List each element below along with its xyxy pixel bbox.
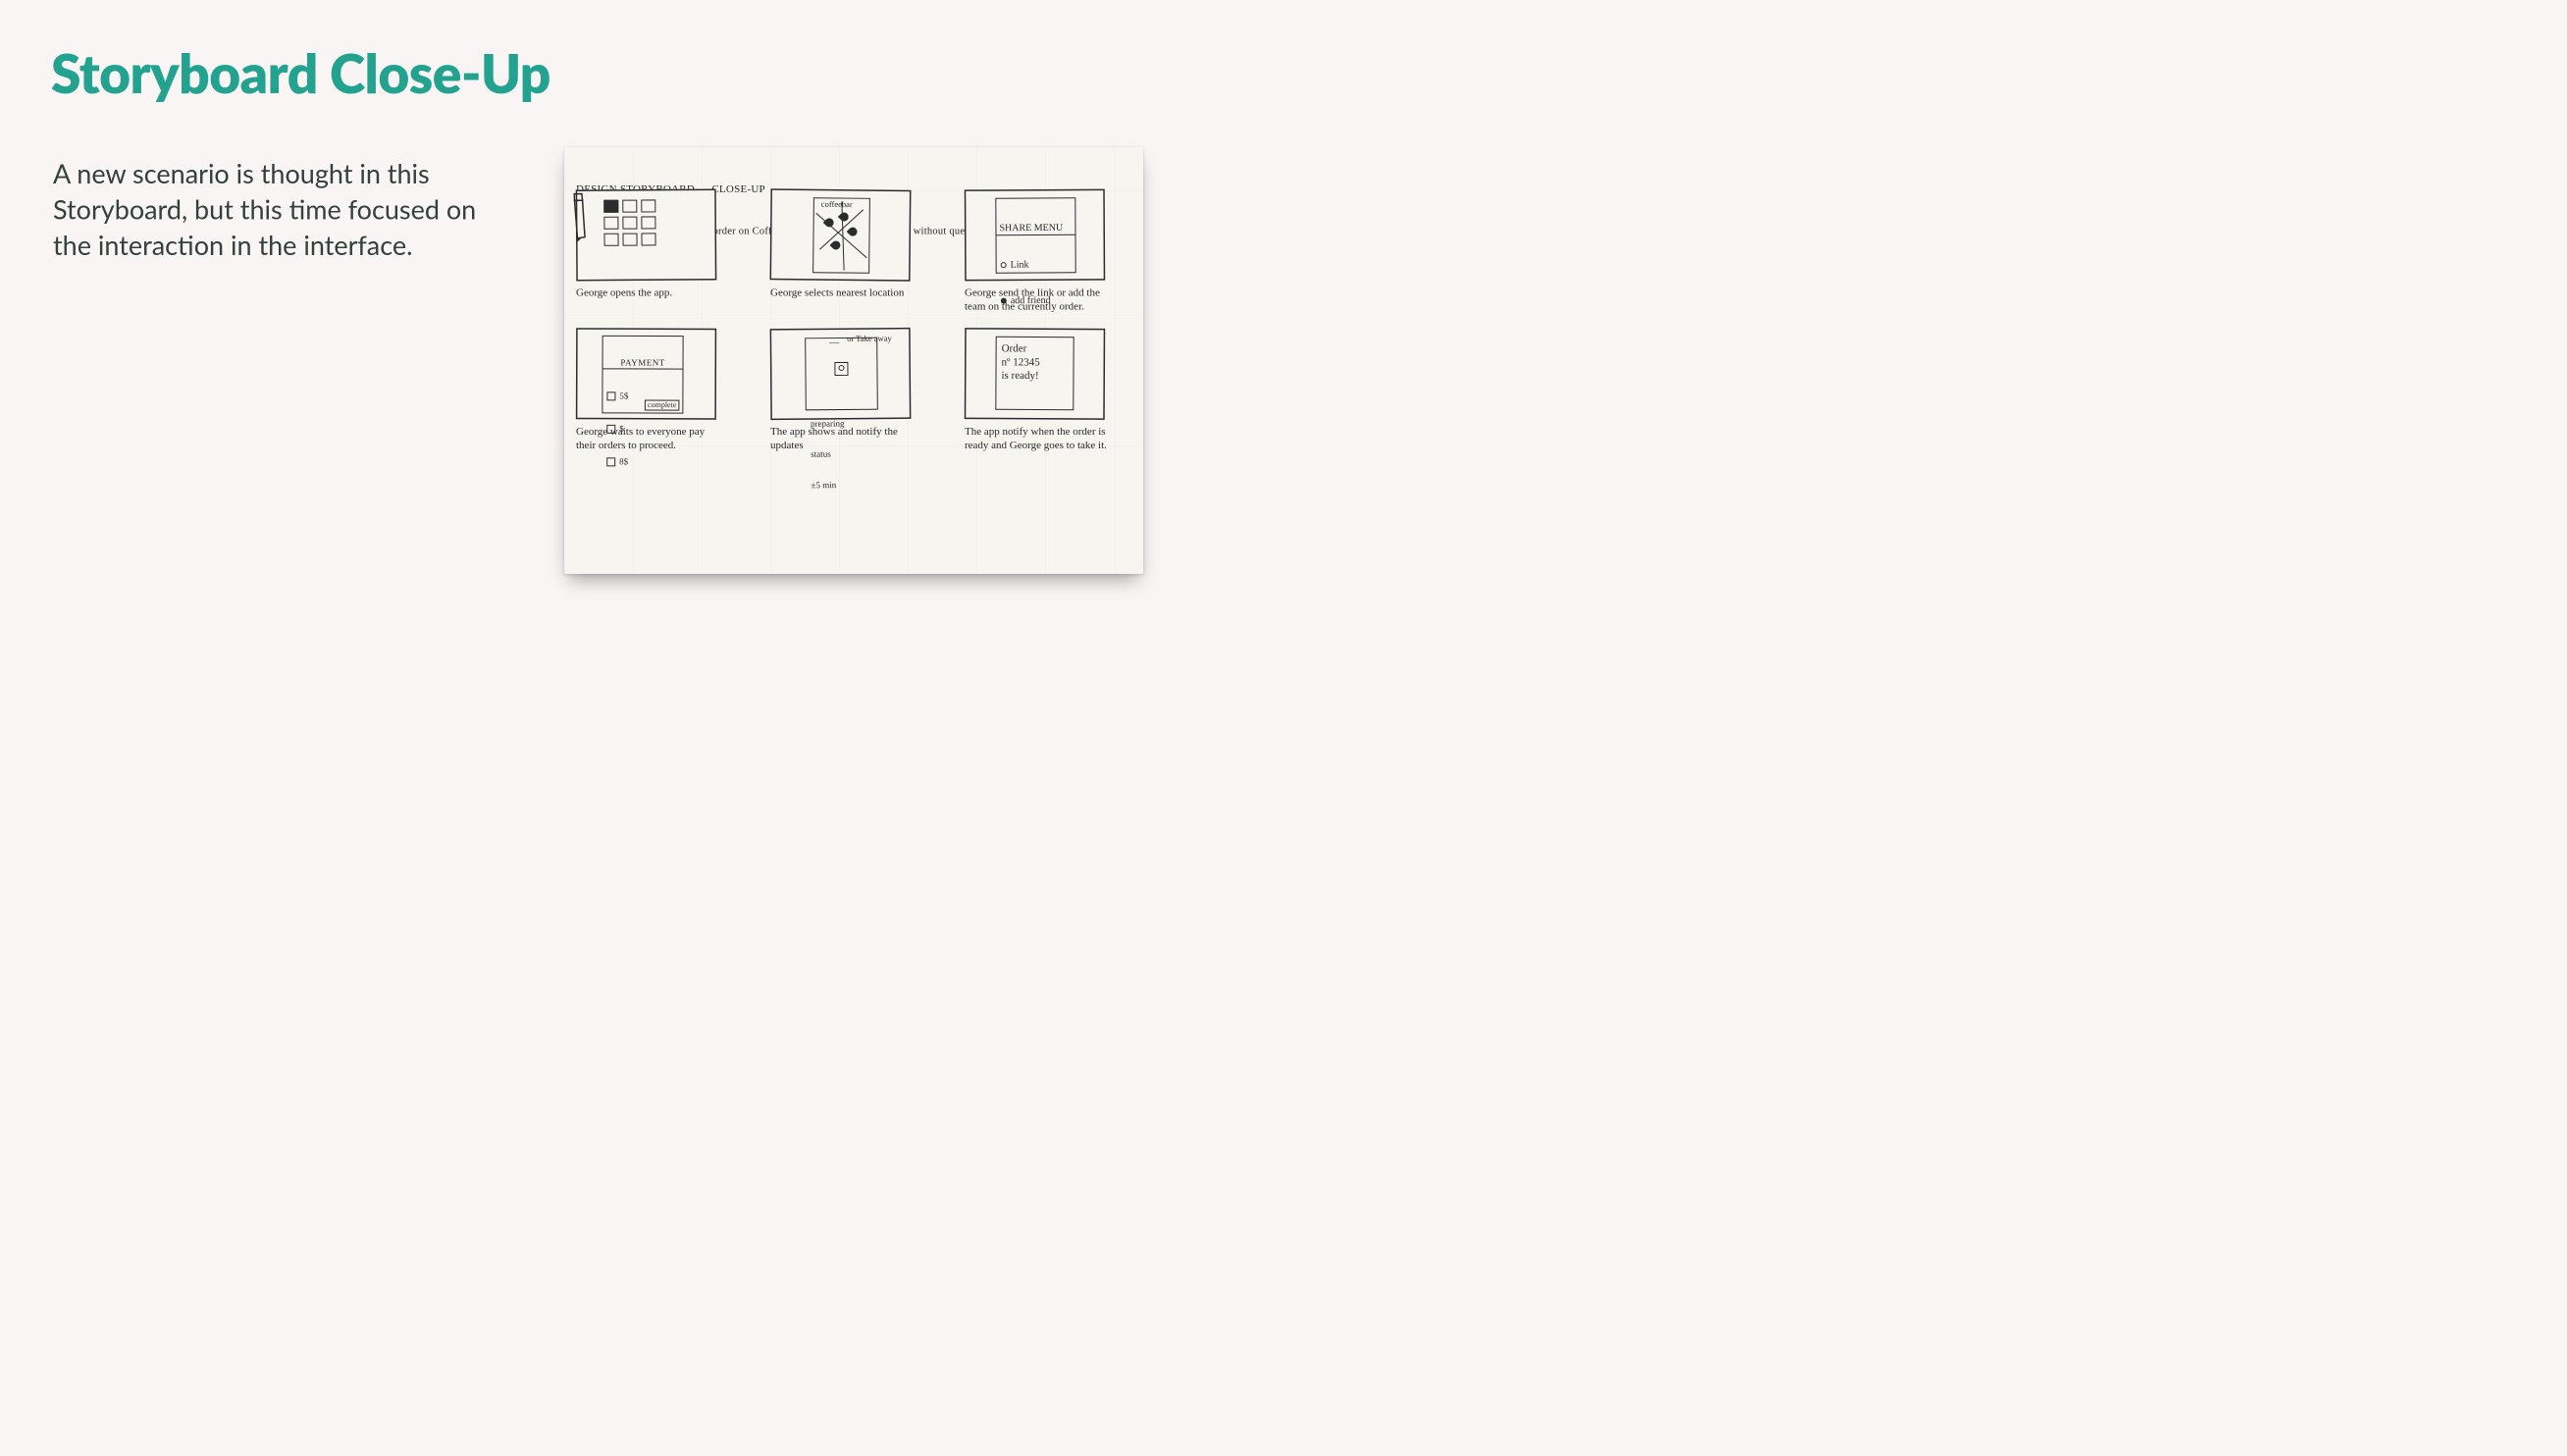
share-menu-item-link: Link: [997, 258, 1075, 272]
status-line: preparing: [811, 418, 873, 429]
checkbox-icon: [606, 391, 615, 400]
map-streets-icon: [813, 198, 869, 273]
body-text: A new scenario is thought in this Storyb…: [53, 156, 514, 263]
status-line: status: [811, 448, 873, 459]
payment-row-label: $: [619, 424, 624, 435]
cup-icon: [834, 362, 848, 376]
page-title: Storyboard Close-Up: [51, 40, 550, 105]
panel-6-frame: Order nº 12345 is ready!: [965, 328, 1105, 420]
map-box: coffeebar: [812, 197, 870, 274]
payment-title: PAYMENT: [603, 357, 683, 370]
storyboard-panel-2: coffeebar George selects nearest locatio…: [770, 189, 936, 313]
panel-2-frame: coffeebar: [770, 188, 912, 281]
panel-1-caption: George opens the app.: [576, 286, 723, 299]
payment-row-label: 8$: [619, 456, 628, 467]
share-menu-title: SHARE MENU: [996, 221, 1074, 235]
storyboard-panel-3: SHARE MENU Link add friend George send t…: [965, 189, 1130, 313]
storyboard-panel-5: preparing status ±5 min — or Take away T…: [770, 329, 936, 452]
checkbox-icon: [606, 457, 615, 466]
panel-3-frame: SHARE MENU Link add friend: [965, 189, 1105, 282]
share-menu-item-label: add friend: [1011, 294, 1051, 306]
panel-4-frame: PAYMENT 5$ $ 8$ complet: [576, 328, 716, 419]
share-menu-box: SHARE MENU Link add friend: [995, 197, 1075, 273]
panel-5-frame: preparing status ±5 min — or Take away: [770, 328, 912, 420]
share-menu-item-addfriend: add friend: [997, 293, 1075, 307]
radio-icon: [1001, 297, 1007, 303]
storyboard-panel-4: PAYMENT 5$ $ 8$ complet: [576, 329, 742, 452]
panel-6-caption: The app notify when the order is ready a…: [965, 425, 1112, 452]
ready-box: Order nº 12345 is ready!: [995, 337, 1074, 410]
payment-complete-button: complete: [645, 399, 679, 410]
panel-1-frame: [576, 189, 717, 282]
storyboard-panel-6: Order nº 12345 is ready! The app notify …: [965, 329, 1130, 452]
payment-box: PAYMENT 5$ $ 8$ complet: [602, 336, 683, 414]
panel-2-caption: George selects nearest location: [770, 286, 917, 299]
pen-icon: [564, 187, 606, 243]
payment-row: 8$: [602, 455, 682, 468]
arrow-icon: —: [829, 337, 839, 348]
payment-row-label: 5$: [619, 390, 628, 401]
checkbox-icon: [606, 425, 615, 434]
status-box: preparing status ±5 min: [805, 338, 878, 411]
status-line: ±5 min: [811, 479, 873, 490]
status-aside: or Take away: [847, 335, 892, 344]
storyboard-panel-1: George opens the app.: [576, 189, 742, 313]
storyboard-photo: DESIGN STORYBOARD → CLOSE-UP nario: An a…: [564, 147, 1143, 574]
slide: Storyboard Close-Up A new scenario is th…: [0, 0, 1284, 728]
radio-icon: [1001, 262, 1007, 268]
payment-row: $: [602, 423, 682, 436]
share-menu-item-label: Link: [1011, 259, 1029, 271]
storyboard-grid: George opens the app. coffeebar: [576, 189, 1130, 451]
